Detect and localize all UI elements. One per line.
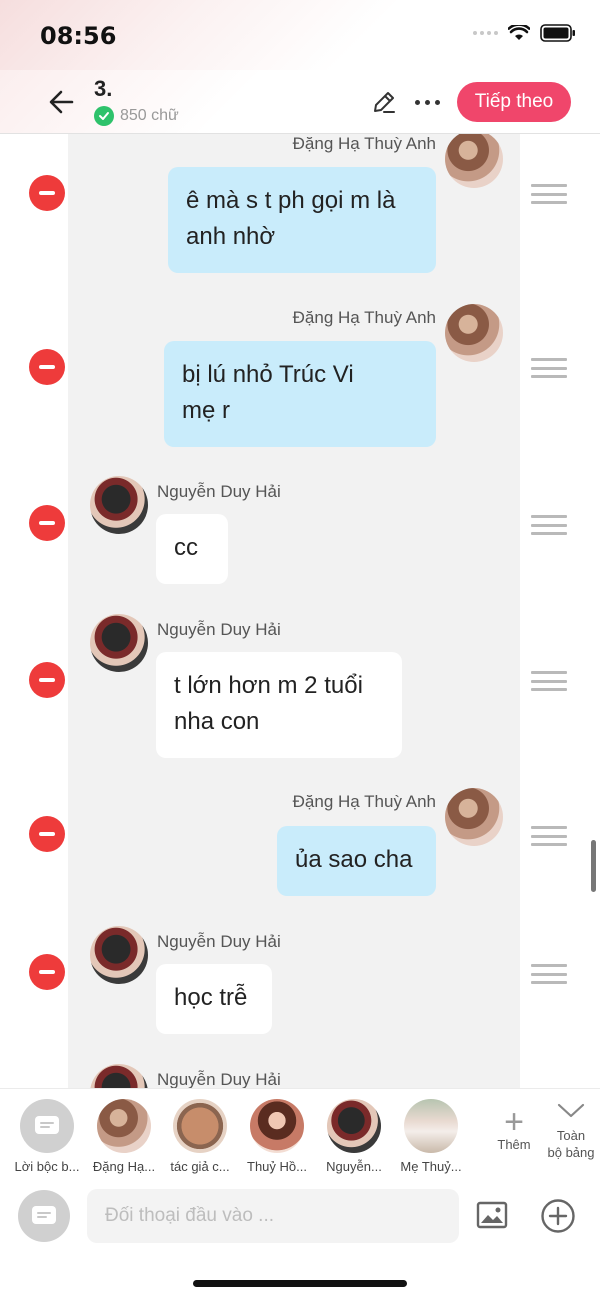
speaker-name: Nguyễn Duy Hải — [157, 932, 281, 951]
chapter-title: 3. — [94, 76, 113, 101]
message-bubble[interactable]: cc — [156, 514, 228, 584]
wifi-icon — [508, 25, 530, 40]
avatar-boy — [327, 1099, 381, 1153]
character-label: Mẹ Thuỷ... — [400, 1159, 462, 1174]
remove-message-button[interactable] — [29, 816, 65, 852]
character-label: Thuỷ Hồ... — [247, 1159, 307, 1174]
chat-area[interactable]: Đặng Hạ Thuỳ Anh ê mà s t ph gọi m là an… — [0, 134, 600, 1088]
character-item[interactable]: Mẹ Thuỷ... — [394, 1099, 468, 1174]
character-item[interactable]: Thuỷ Hồ... — [240, 1099, 314, 1174]
character-label: Đặng Hạ... — [92, 1159, 156, 1174]
header: 3. 850 chữ Tiếp theo — [0, 70, 600, 134]
image-icon[interactable] — [476, 1200, 508, 1230]
speaker-select-icon[interactable] — [18, 1190, 70, 1242]
character-item[interactable]: Nguyễn... — [317, 1099, 391, 1174]
remove-message-button[interactable] — [29, 349, 65, 385]
home-indicator — [193, 1280, 407, 1287]
speaker-name: Nguyễn Duy Hải — [157, 1070, 281, 1088]
drag-handle-icon[interactable] — [531, 826, 567, 846]
remove-message-button[interactable] — [29, 954, 65, 990]
word-count: 850 chữ — [94, 106, 179, 126]
speaker-name: Nguyễn Duy Hải — [157, 620, 281, 639]
character-bar: Lời bộc b... Đặng Hạ... tác giả c... Thu… — [0, 1088, 600, 1180]
character-label: Nguyễn... — [326, 1159, 382, 1174]
avatar-girl — [97, 1099, 151, 1153]
speaker-name: Đặng Hạ Thuỳ Anh — [292, 792, 436, 811]
signal-icon — [473, 31, 498, 35]
drag-handle-icon[interactable] — [531, 964, 567, 984]
character-item[interactable]: tác giả c... — [163, 1099, 237, 1174]
add-circle-icon[interactable] — [540, 1198, 576, 1234]
remove-message-button[interactable] — [29, 505, 65, 541]
avatar-blob — [173, 1099, 227, 1153]
check-icon — [94, 106, 114, 126]
speaker-avatar — [445, 788, 503, 846]
status-time: 08:56 — [40, 22, 117, 50]
character-label: Lời bộc b... — [14, 1159, 80, 1174]
battery-icon — [540, 24, 575, 42]
message-bubble[interactable]: ê mà s t ph gọi m là anh nhờ — [168, 167, 436, 273]
avatar-dress — [404, 1099, 458, 1153]
add-character-button[interactable]: + Thêm — [492, 1103, 536, 1152]
speaker-avatar — [445, 304, 503, 362]
message-bubble[interactable]: học trễ — [156, 964, 272, 1034]
drag-handle-icon[interactable] — [531, 358, 567, 378]
character-item[interactable]: Đặng Hạ... — [87, 1099, 161, 1174]
speaker-avatar — [90, 614, 148, 672]
dialogue-input[interactable] — [87, 1189, 459, 1243]
plus-icon: + — [504, 1103, 524, 1141]
drag-handle-icon[interactable] — [531, 184, 567, 204]
back-arrow-icon[interactable] — [44, 84, 80, 120]
next-button[interactable]: Tiếp theo — [457, 82, 571, 122]
character-narrator[interactable]: Lời bộc b... — [10, 1099, 84, 1174]
message-bubble[interactable]: t lớn hơn m 2 tuổi nha con — [156, 652, 402, 758]
speaker-name: Đặng Hạ Thuỳ Anh — [292, 134, 436, 153]
input-bar — [0, 1180, 600, 1299]
message-bubble[interactable]: ủa sao cha — [277, 826, 436, 896]
chevron-down-icon — [557, 1103, 585, 1118]
drag-handle-icon[interactable] — [531, 515, 567, 535]
character-label: tác giả c... — [170, 1159, 230, 1174]
message-bubble[interactable]: bị lú nhỏ Trúc Vi mẹ r — [164, 341, 436, 447]
avatar-woman — [250, 1099, 304, 1153]
word-count-label: 850 chữ — [120, 107, 179, 124]
more-options-icon[interactable] — [410, 88, 444, 116]
all-table-button[interactable]: Toàn bộ bảng — [542, 1103, 600, 1161]
narrator-icon — [20, 1099, 74, 1153]
speaker-name: Nguyễn Duy Hải — [157, 482, 281, 501]
speaker-avatar — [90, 926, 148, 984]
status-bar: 08:56 — [0, 0, 600, 70]
remove-message-button[interactable] — [29, 662, 65, 698]
add-character-label: Thêm — [497, 1137, 531, 1152]
scrollbar[interactable] — [591, 840, 596, 892]
remove-message-button[interactable] — [29, 175, 65, 211]
status-icons — [473, 24, 576, 42]
all-table-label: Toàn bộ bảng — [547, 1128, 595, 1160]
pencil-icon[interactable] — [370, 88, 398, 116]
drag-handle-icon[interactable] — [531, 671, 567, 691]
speaker-avatar — [90, 476, 148, 534]
speaker-name: Đặng Hạ Thuỳ Anh — [292, 308, 436, 327]
